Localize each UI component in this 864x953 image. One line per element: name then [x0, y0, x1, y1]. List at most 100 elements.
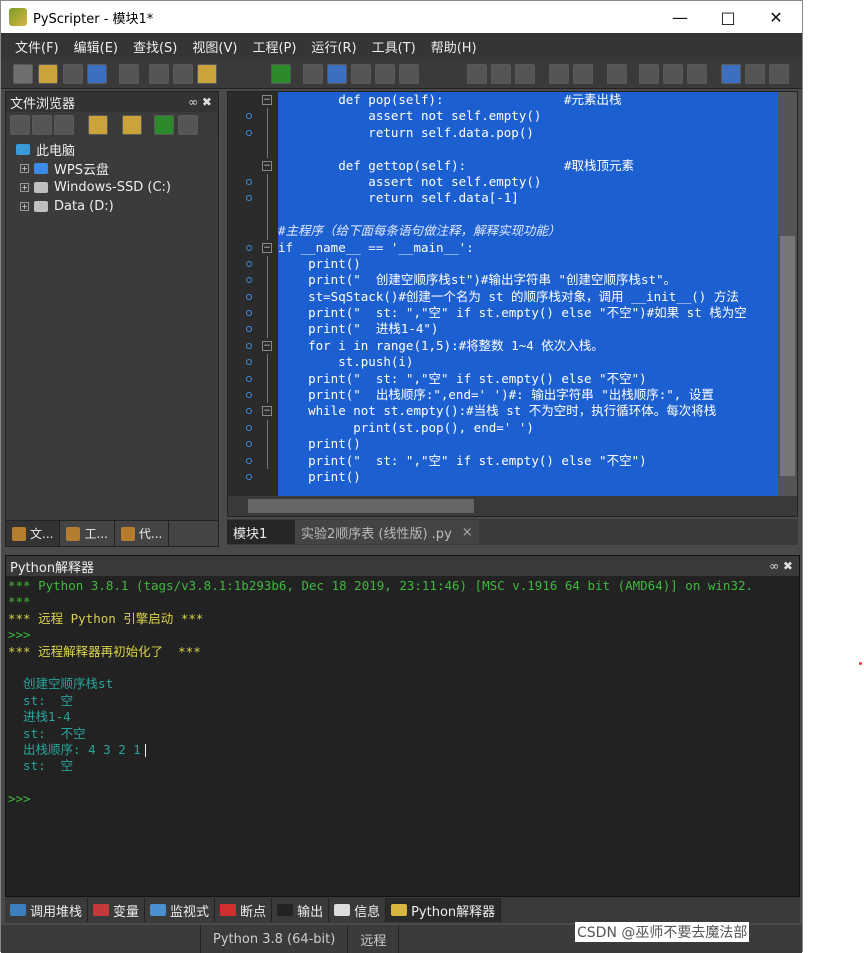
breakpoint-marker-icon[interactable] — [246, 129, 252, 136]
options-icon[interactable] — [769, 64, 789, 84]
editor-tab[interactable]: 模块1 — [227, 520, 295, 544]
new-file-icon[interactable] — [13, 64, 33, 84]
python-interpreter-panel[interactable]: Python解释器 ∞ ✖ *** Python 3.8.1 (tags/v3.… — [5, 555, 800, 897]
code-line[interactable]: if __name__ == '__main__': — [278, 240, 778, 256]
goto-line-icon[interactable] — [687, 64, 707, 84]
breakpoint-marker-icon[interactable] — [246, 392, 252, 399]
code-line[interactable]: print() — [278, 256, 778, 272]
minimize-button[interactable]: — — [656, 1, 704, 33]
debug-icon[interactable] — [303, 64, 323, 84]
code-line[interactable]: print(" st: ","空" if st.empty() else "不空… — [278, 371, 778, 387]
settings-icon[interactable] — [178, 115, 198, 135]
code-line[interactable] — [278, 141, 778, 157]
bottom-tab[interactable]: 调用堆栈 — [5, 898, 89, 922]
code-line[interactable]: while not st.empty():#当栈 st 不为空时，执行循环体。每… — [278, 403, 778, 419]
save-icon[interactable] — [63, 64, 83, 84]
nav-icon[interactable] — [515, 64, 535, 84]
breakpoint-marker-icon[interactable] — [246, 277, 252, 284]
breakpoint-marker-icon[interactable] — [246, 244, 252, 251]
fold-toggle-icon[interactable]: − — [262, 406, 272, 417]
tree-node[interactable]: + Windows-SSD (C:) — [6, 178, 218, 197]
breakpoint-marker-icon[interactable] — [246, 178, 252, 185]
copy-icon[interactable] — [173, 64, 193, 84]
up-icon[interactable] — [54, 115, 74, 135]
menu-item[interactable]: 查找(S) — [133, 37, 177, 56]
left-panel-tab[interactable]: 代... — [115, 521, 170, 546]
panel-pin-close-icon[interactable]: ∞ ✖ — [769, 559, 793, 573]
breakpoint-marker-icon[interactable] — [246, 441, 252, 448]
left-panel-tab[interactable]: 工... — [60, 521, 115, 546]
breakpoint-marker-icon[interactable] — [246, 113, 252, 120]
panel-pin-close-icon[interactable]: ∞ ✖ — [188, 95, 212, 109]
menu-item[interactable]: 工程(P) — [252, 37, 296, 56]
bottom-tab[interactable]: 输出 — [272, 898, 330, 922]
find-icon[interactable] — [639, 64, 659, 84]
maximize-button[interactable]: □ — [704, 1, 752, 33]
editor-tab[interactable]: 实验2顺序表 (线性版) .py × — [295, 520, 479, 544]
menu-item[interactable]: 帮助(H) — [431, 37, 477, 56]
step-out-icon[interactable] — [375, 64, 395, 84]
code-line[interactable]: print(" st: ","空" if st.empty() else "不空… — [278, 305, 778, 321]
tree-node[interactable]: + Data (D:) — [6, 197, 218, 216]
favorites-icon[interactable] — [122, 115, 142, 135]
code-line[interactable]: print(st.pop(), end=' ') — [278, 420, 778, 436]
fold-toggle-icon[interactable]: − — [262, 160, 272, 171]
tree-node[interactable]: 此电脑 — [6, 140, 218, 159]
horizontal-scrollbar[interactable] — [228, 496, 797, 516]
code-line[interactable] — [278, 207, 778, 223]
breakpoint-marker-icon[interactable] — [246, 293, 252, 300]
breakpoint-marker-icon[interactable] — [246, 326, 252, 333]
step-into-icon[interactable] — [327, 64, 347, 84]
code-line[interactable]: def pop(self): #元素出栈 — [278, 92, 778, 108]
menu-item[interactable]: 编辑(E) — [74, 37, 118, 56]
menu-item[interactable]: 文件(F) — [15, 37, 59, 56]
dedent-icon[interactable] — [573, 64, 593, 84]
python-icon[interactable] — [721, 64, 741, 84]
code-line[interactable]: return self.data.pop() — [278, 125, 778, 141]
code-line[interactable]: #主程序（给下面每条语句做注释，解释实现功能） — [278, 223, 778, 239]
bottom-tab[interactable]: Python解释器 — [386, 898, 502, 922]
breakpoint-marker-icon[interactable] — [246, 342, 252, 349]
close-button[interactable]: ✕ — [752, 1, 800, 33]
code-line[interactable]: assert not self.empty() — [278, 174, 778, 190]
status-python-version[interactable]: Python 3.8 (64-bit) — [201, 925, 349, 953]
interpreter-output[interactable]: *** Python 3.8.1 (tags/v3.8.1:1b293b6, D… — [6, 576, 799, 809]
breakpoint-marker-icon[interactable] — [246, 424, 252, 431]
code-line[interactable]: assert not self.empty() — [278, 108, 778, 124]
code-line[interactable]: print(" 出栈顺序:",end=' ')#: 输出字符串 "出栈顺序:",… — [278, 387, 778, 403]
bottom-tab[interactable]: 断点 — [215, 898, 273, 922]
bottom-tab[interactable]: 监视式 — [145, 898, 216, 922]
replace-icon[interactable] — [663, 64, 683, 84]
code-line[interactable]: print(" 进栈1-4") — [278, 321, 778, 337]
open-file-icon[interactable] — [38, 64, 58, 84]
breakpoint-marker-icon[interactable] — [246, 310, 252, 317]
menu-item[interactable]: 视图(V) — [192, 37, 237, 56]
code-area[interactable]: def pop(self): #元素出栈 assert not self.emp… — [278, 92, 778, 496]
save-all-icon[interactable] — [87, 64, 107, 84]
folder-icon[interactable] — [88, 115, 108, 135]
step-over-icon[interactable] — [351, 64, 371, 84]
run-icon[interactable] — [271, 64, 291, 84]
breakpoint-marker-icon[interactable] — [246, 359, 252, 366]
code-editor[interactable]: − − − − − def pop(self): #元素出栈 assert not se… — [227, 91, 798, 517]
close-tab-icon[interactable]: × — [462, 525, 473, 540]
breakpoint-marker-icon[interactable] — [246, 375, 252, 382]
cut-icon[interactable] — [149, 64, 169, 84]
bottom-tab[interactable]: 变量 — [88, 898, 146, 922]
print-icon[interactable] — [119, 64, 139, 84]
paste-icon[interactable] — [197, 64, 217, 84]
vertical-scrollbar[interactable] — [778, 92, 797, 496]
tree-node[interactable]: + WPS云盘 — [6, 159, 218, 178]
back-icon[interactable] — [10, 115, 30, 135]
code-line[interactable]: print() — [278, 469, 778, 485]
filter-icon[interactable] — [154, 115, 174, 135]
forward-icon[interactable] — [491, 64, 511, 84]
back-icon[interactable] — [467, 64, 487, 84]
status-engine[interactable]: 远程 — [348, 925, 400, 953]
abort-icon[interactable] — [399, 64, 419, 84]
bottom-tab[interactable]: 信息 — [329, 898, 387, 922]
code-line[interactable]: print(" st: ","空" if st.empty() else "不空… — [278, 453, 778, 469]
expand-icon[interactable]: + — [20, 164, 29, 173]
code-line[interactable]: st=SqStack()#创建一个名为 st 的顺序栈对象，调用 __init_… — [278, 289, 778, 305]
menu-item[interactable]: 运行(R) — [311, 37, 356, 56]
